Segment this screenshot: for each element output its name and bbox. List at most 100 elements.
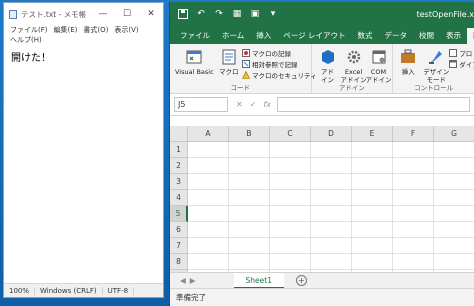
row-header[interactable]: 6 xyxy=(170,222,188,238)
grid-cell[interactable] xyxy=(434,222,474,238)
grid-cell[interactable] xyxy=(311,174,352,190)
column-header[interactable]: A xyxy=(188,126,229,142)
column-header[interactable]: F xyxy=(393,126,434,142)
sheet-nav-arrows-icon[interactable]: ◀▶ xyxy=(180,276,200,285)
grid-cell[interactable] xyxy=(270,254,311,270)
add-sheet-icon[interactable]: + xyxy=(296,275,308,286)
tab-developer[interactable]: 開発 xyxy=(467,28,474,44)
formula-input[interactable] xyxy=(276,97,470,112)
grid-cell[interactable] xyxy=(393,238,434,254)
grid-cell[interactable] xyxy=(270,222,311,238)
excel-addin-button[interactable]: Excel アドイン xyxy=(341,48,367,84)
grid-cell[interactable] xyxy=(229,190,270,206)
grid-cell[interactable] xyxy=(188,254,229,270)
undo-icon[interactable]: ↶ xyxy=(194,7,208,21)
record-macro-button[interactable]: マクロの記録 xyxy=(242,48,291,58)
row-header[interactable]: 7 xyxy=(170,238,188,254)
grid-icon[interactable]: ▦ xyxy=(230,7,244,21)
menu-format[interactable]: 書式(O) xyxy=(83,25,108,35)
grid-cell[interactable] xyxy=(393,190,434,206)
grid-cell[interactable] xyxy=(270,142,311,158)
grid-cell[interactable] xyxy=(434,254,474,270)
grid-cell[interactable] xyxy=(229,254,270,270)
dialog-button[interactable]: ダイア xyxy=(449,59,474,69)
design-mode-button[interactable]: デザイン モード xyxy=(423,48,449,84)
insert-control-button[interactable]: 挿入 xyxy=(399,48,417,76)
menu-help[interactable]: ヘルプ(H) xyxy=(10,35,42,45)
row-header[interactable]: 1 xyxy=(170,142,188,158)
grid-cell[interactable] xyxy=(434,238,474,254)
grid-cell[interactable] xyxy=(270,190,311,206)
grid-cell[interactable] xyxy=(311,254,352,270)
grid-cell[interactable] xyxy=(311,158,352,174)
menu-file[interactable]: ファイル(F) xyxy=(10,25,48,35)
row-header[interactable]: 5 xyxy=(170,206,188,222)
grid-cell[interactable] xyxy=(393,222,434,238)
save-icon[interactable] xyxy=(176,7,190,21)
sheet-tab-sheet1[interactable]: Sheet1 xyxy=(233,272,285,289)
enter-icon[interactable]: ✓ xyxy=(250,100,257,109)
row-header[interactable]: 2 xyxy=(170,158,188,174)
grid-cell[interactable] xyxy=(188,158,229,174)
relative-reference-button[interactable]: 相対参照で記録 xyxy=(242,59,298,69)
maximize-icon[interactable]: ☐ xyxy=(115,3,139,25)
grid-cell[interactable] xyxy=(188,206,229,222)
grid-cell[interactable] xyxy=(352,158,393,174)
redo-icon[interactable]: ↷ xyxy=(212,7,226,21)
grid-cell[interactable] xyxy=(229,238,270,254)
grid-cell[interactable] xyxy=(229,174,270,190)
grid-cell[interactable] xyxy=(352,254,393,270)
grid-cell[interactable] xyxy=(229,206,270,222)
excel-title-bar[interactable]: ↶ ↷ ▦ ▣ ▾ testOpenFile.x xyxy=(170,2,474,26)
grid-cell[interactable] xyxy=(270,158,311,174)
menu-edit[interactable]: 編集(E) xyxy=(54,25,78,35)
grid-cell[interactable] xyxy=(229,142,270,158)
tab-insert[interactable]: 挿入 xyxy=(250,28,277,44)
visual-basic-button[interactable]: Visual Basic xyxy=(175,48,214,76)
tab-review[interactable]: 校閲 xyxy=(413,28,440,44)
row-header[interactable]: 4 xyxy=(170,190,188,206)
grid-cell[interactable] xyxy=(434,142,474,158)
image-icon[interactable]: ▣ xyxy=(248,7,262,21)
grid-cell[interactable] xyxy=(270,238,311,254)
grid-cell[interactable] xyxy=(434,206,474,222)
grid-cell[interactable] xyxy=(434,174,474,190)
grid-cell[interactable] xyxy=(188,174,229,190)
grid-cell[interactable] xyxy=(393,158,434,174)
grid-cell[interactable] xyxy=(434,158,474,174)
tab-formulas[interactable]: 数式 xyxy=(352,28,379,44)
column-header[interactable]: E xyxy=(352,126,393,142)
tab-file[interactable]: ファイル xyxy=(174,28,216,44)
notepad-text-area[interactable]: 開けた！ xyxy=(4,47,163,283)
grid-cell[interactable] xyxy=(229,158,270,174)
grid-cell[interactable] xyxy=(393,142,434,158)
column-header[interactable]: D xyxy=(311,126,352,142)
close-icon[interactable]: ✕ xyxy=(139,3,163,25)
grid-cell[interactable] xyxy=(311,190,352,206)
addin-button[interactable]: アド イン xyxy=(319,48,337,84)
column-header[interactable]: B xyxy=(229,126,270,142)
grid-cell[interactable] xyxy=(188,142,229,158)
column-header[interactable]: G xyxy=(434,126,474,142)
menu-view[interactable]: 表示(V) xyxy=(114,25,138,35)
grid-cell[interactable] xyxy=(270,174,311,190)
grid-cell[interactable] xyxy=(352,206,393,222)
macro-button[interactable]: マクロ xyxy=(219,48,239,76)
grid-cell[interactable] xyxy=(352,190,393,206)
cancel-icon[interactable]: ✕ xyxy=(236,100,243,109)
tab-data[interactable]: データ xyxy=(379,28,414,44)
name-box[interactable]: J5 xyxy=(174,97,228,112)
grid-cell[interactable] xyxy=(393,174,434,190)
grid-cell[interactable] xyxy=(311,142,352,158)
grid-cell[interactable] xyxy=(311,206,352,222)
com-addin-button[interactable]: COM アドイン xyxy=(366,48,392,84)
grid-cell[interactable] xyxy=(311,238,352,254)
grid-cell[interactable] xyxy=(393,254,434,270)
row-header[interactable]: 3 xyxy=(170,174,188,190)
minimize-icon[interactable]: — xyxy=(91,3,115,25)
grid-cell[interactable] xyxy=(229,222,270,238)
customize-qat-icon[interactable]: ▾ xyxy=(266,7,280,21)
select-all-corner[interactable] xyxy=(170,126,188,142)
macro-security-button[interactable]: マクロのセキュリティ xyxy=(242,70,317,80)
tab-page-layout[interactable]: ページ レイアウト xyxy=(277,28,351,44)
